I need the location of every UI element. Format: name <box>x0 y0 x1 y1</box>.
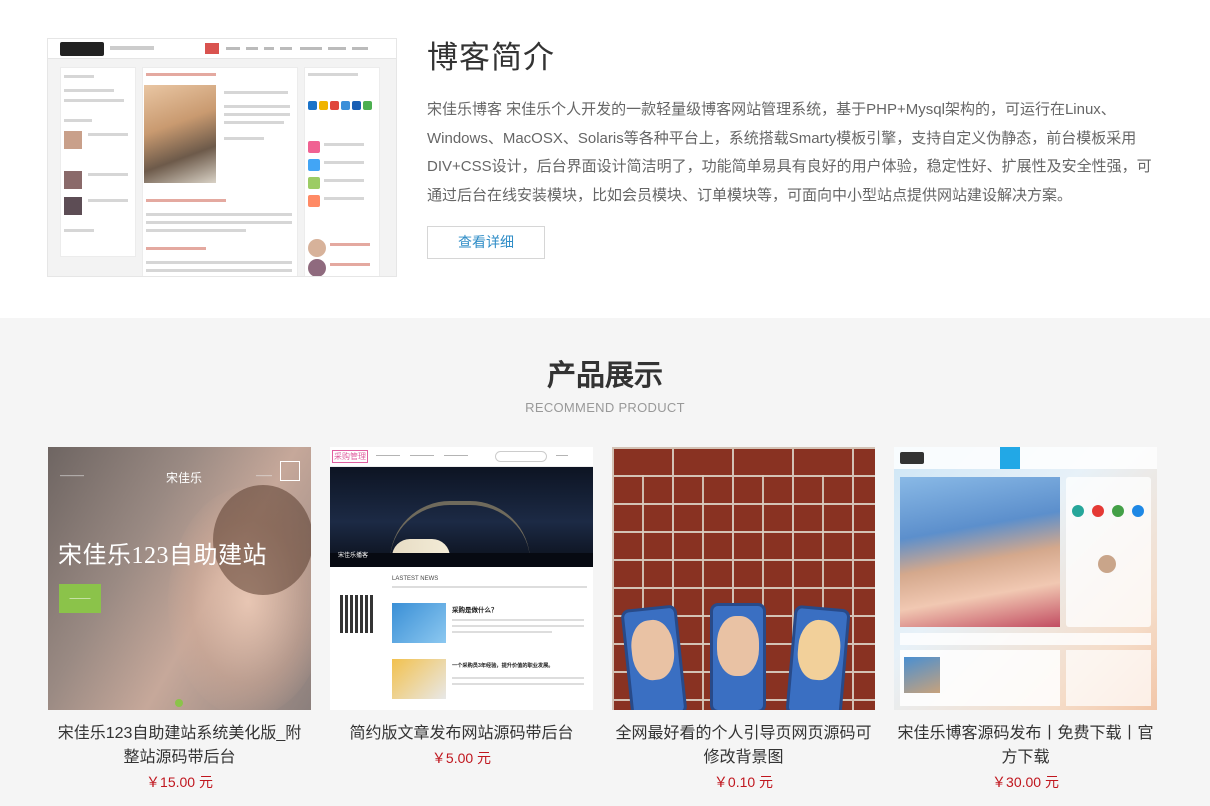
products-title: 产品展示 <box>546 360 663 392</box>
product-name[interactable]: 宋佳乐博客源码发布丨免费下载丨官方下载 <box>894 722 1157 770</box>
product-price: ￥30.00 元 <box>992 774 1059 790</box>
product-card[interactable]: ——— 宋佳乐 —— 宋佳乐123自助建站 ——— 宋佳乐123自助建站系统美化… <box>48 447 311 791</box>
product-price: ￥0.10 元 <box>713 774 774 790</box>
image-logo: 采购管理 <box>332 450 368 463</box>
view-details-button[interactable]: 查看详细 <box>427 226 545 259</box>
image-headline: 宋佳乐123自助建站 <box>58 543 267 569</box>
product-card[interactable]: 宋佳乐博客源码发布丨免费下载丨官方下载 ￥30.00 元 <box>894 447 1157 791</box>
intro-description: 宋佳乐博客 宋佳乐个人开发的一款轻量级博客网站管理系统，基于PHP+Mysql架… <box>427 101 1152 204</box>
product-showcase-section: 产品展示 RECOMMEND PRODUCT ——— 宋佳乐 —— 宋佳乐123… <box>0 318 1210 806</box>
product-image[interactable]: ——— 宋佳乐 —— 宋佳乐123自助建站 ——— <box>48 447 311 710</box>
image-caption: 宋佳乐播客 <box>338 553 369 559</box>
image-section-title: LASTEST NEWS <box>392 576 439 582</box>
product-image[interactable] <box>612 447 875 710</box>
blog-preview-image[interactable] <box>47 38 397 277</box>
preview-logo <box>60 42 104 56</box>
menu-icon <box>280 461 300 481</box>
products-subtitle: RECOMMEND PRODUCT <box>525 400 685 415</box>
product-price: ￥5.00 元 <box>431 750 492 766</box>
product-image[interactable] <box>894 447 1157 710</box>
product-image[interactable]: 采购管理 ———— ———— ———— —— 宋佳乐播客 LASTEST NEW… <box>330 447 593 710</box>
image-button: ——— <box>59 584 101 613</box>
product-name[interactable]: 全网最好看的个人引导页网页源码可修改背景图 <box>612 722 875 770</box>
product-card[interactable]: 全网最好看的个人引导页网页源码可修改背景图 ￥0.10 元 <box>612 447 875 791</box>
product-name[interactable]: 简约版文章发布网站源码带后台 <box>330 722 593 746</box>
intro-title: 博客简介 <box>427 40 555 75</box>
image-brand: 宋佳乐 <box>166 471 203 485</box>
blog-intro-section: 博客简介 宋佳乐博客 宋佳乐个人开发的一款轻量级博客网站管理系统，基于PHP+M… <box>0 0 1210 318</box>
qr-code-icon <box>340 595 374 633</box>
image-logo <box>900 452 924 464</box>
preview-header <box>48 39 396 59</box>
search-icon <box>495 451 547 462</box>
product-card[interactable]: 采购管理 ———— ———— ———— —— 宋佳乐播客 LASTEST NEW… <box>330 447 593 767</box>
preview-photo <box>144 85 216 183</box>
product-price: ￥15.00 元 <box>146 774 213 790</box>
product-name[interactable]: 宋佳乐123自助建站系统美化版_附整站源码带后台 <box>48 722 311 770</box>
image-banner <box>330 467 593 567</box>
image-news-title: 采购是做什么？ <box>452 607 498 614</box>
image-news-title: 一个采购员3年经验，提升价值的职业发展。 <box>452 663 554 669</box>
image-photo <box>900 477 1060 627</box>
